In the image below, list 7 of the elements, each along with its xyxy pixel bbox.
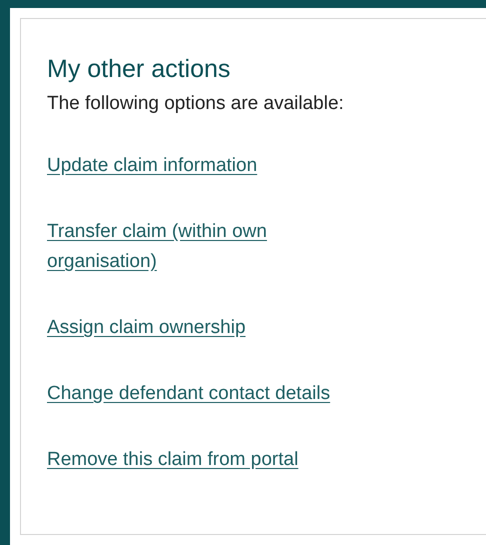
action-link[interactable]: Change defendant contact details [47, 379, 330, 409]
action-link[interactable]: Assign claim ownership [47, 313, 246, 343]
action-link[interactable]: Update claim information [47, 151, 258, 181]
intro-text: The following options are available: [47, 92, 345, 116]
action-link[interactable]: Transfer claim (within own organisation) [47, 217, 347, 277]
action-link[interactable]: Remove this claim from portal [47, 445, 298, 475]
section-heading: My other actions [47, 54, 232, 85]
